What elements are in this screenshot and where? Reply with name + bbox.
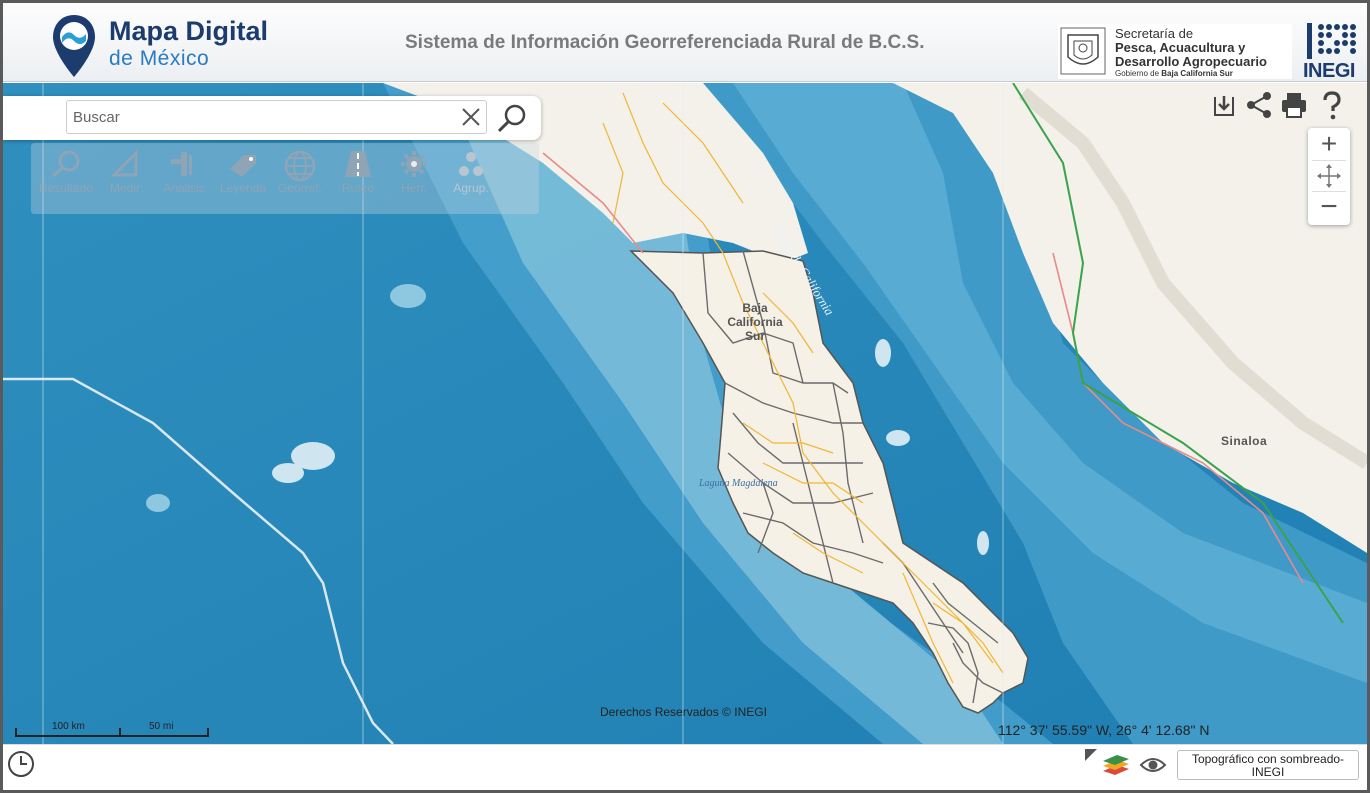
tool-label: Medir bbox=[109, 181, 140, 195]
gobierno-prefix: Gobierno de bbox=[1115, 69, 1162, 78]
logo-subtitle: de México bbox=[109, 47, 210, 70]
search-panel bbox=[3, 96, 541, 140]
tool-label: Resultado bbox=[38, 181, 94, 195]
gobierno-state: Baja California Sur bbox=[1161, 69, 1233, 78]
tool-georref[interactable]: Georref. bbox=[270, 149, 330, 211]
tool-leyenda[interactable]: Leyenda bbox=[213, 149, 273, 211]
layer-tools bbox=[1083, 747, 1179, 783]
print-icon[interactable] bbox=[1280, 91, 1308, 119]
help-icon[interactable] bbox=[1320, 91, 1344, 121]
tool-herr[interactable]: Herr. bbox=[384, 149, 444, 211]
road-icon bbox=[345, 151, 371, 177]
download-icon[interactable] bbox=[1211, 93, 1237, 119]
clear-search-icon[interactable] bbox=[459, 105, 483, 129]
gear-icon bbox=[401, 151, 427, 177]
island bbox=[977, 531, 989, 555]
secretaria-line2: Pesca, Acuacultura y bbox=[1115, 40, 1246, 55]
island bbox=[272, 463, 304, 483]
clock-icon[interactable] bbox=[6, 749, 36, 779]
cluster-icon bbox=[459, 152, 483, 176]
search-input[interactable] bbox=[66, 100, 487, 134]
tool-bar: Resultado Medir Análisis Leyenda Georref… bbox=[31, 143, 539, 214]
tool-label: Análisis bbox=[163, 181, 205, 195]
zoom-control: + − bbox=[1308, 128, 1350, 225]
island bbox=[875, 339, 891, 367]
seamount bbox=[146, 494, 170, 512]
tool-agrup[interactable]: Agrup. bbox=[441, 149, 501, 211]
analysis-icon bbox=[171, 152, 192, 176]
map-pin-logo-icon bbox=[53, 15, 95, 77]
state-label: Baja California Sur bbox=[715, 301, 795, 343]
state-label-line2: California bbox=[727, 315, 783, 329]
secretaria-line3: Desarrollo Agropecuario bbox=[1115, 54, 1267, 69]
pan-icon[interactable] bbox=[1308, 161, 1350, 191]
state-label-line3: Sur bbox=[744, 329, 765, 343]
tag-icon bbox=[230, 155, 256, 177]
search-icon[interactable] bbox=[495, 102, 529, 134]
scale-bar bbox=[15, 728, 209, 737]
magnifier-icon bbox=[52, 150, 80, 178]
tool-label: Ruteo bbox=[341, 181, 375, 195]
copyright-text: Derechos Reservados © INEGI bbox=[600, 705, 767, 719]
tool-resultado[interactable]: Resultado bbox=[36, 149, 96, 211]
tool-analisis[interactable]: Análisis bbox=[154, 149, 214, 211]
tool-ruteo[interactable]: Ruteo bbox=[328, 149, 388, 211]
page-title: Sistema de Información Georreferenciada … bbox=[405, 32, 925, 53]
layers-icon[interactable] bbox=[1099, 753, 1133, 777]
secretaria-line4: Gobierno de Baja California Sur bbox=[1115, 69, 1233, 78]
cursor-coordinates: 112° 37' 55.59" W, 26° 4' 12.68" N bbox=[998, 722, 1210, 738]
bottom-bar: Topográfico con sombreado-INEGI bbox=[3, 744, 1367, 790]
secretaria-logo: Secretaría de Pesca, Acuacultura y Desar… bbox=[1058, 24, 1292, 79]
state-label-line1: Baja bbox=[742, 301, 768, 315]
globe-icon bbox=[284, 150, 316, 182]
collapse-arrow-icon[interactable] bbox=[1083, 747, 1099, 763]
scale-km-label: 100 km bbox=[52, 721, 85, 732]
header: Mapa Digital de México Sistema de Inform… bbox=[3, 3, 1367, 82]
eye-icon[interactable] bbox=[1139, 755, 1167, 775]
app-frame: Mapa Digital de México Sistema de Inform… bbox=[3, 3, 1367, 790]
sinaloa-label: Sinaloa bbox=[1221, 434, 1268, 448]
basemap-selector[interactable]: Topográfico con sombreado-INEGI bbox=[1177, 750, 1359, 780]
tool-label: Agrup. bbox=[453, 181, 489, 195]
secretaria-line1: Secretaría de bbox=[1115, 26, 1194, 41]
seamount bbox=[390, 284, 426, 308]
tool-medir[interactable]: Medir bbox=[95, 149, 155, 211]
tool-label: Leyenda bbox=[219, 181, 267, 195]
ruler-icon bbox=[110, 149, 138, 177]
share-icon[interactable] bbox=[1244, 91, 1274, 119]
zoom-out-button[interactable]: − bbox=[1308, 192, 1350, 224]
tool-label: Georref. bbox=[277, 181, 322, 195]
logo-title: Mapa Digital bbox=[109, 16, 269, 46]
state-emblem-icon bbox=[1060, 27, 1106, 75]
zoom-in-button[interactable]: + bbox=[1308, 128, 1350, 160]
laguna-label: Laguna Magdalena bbox=[699, 478, 778, 489]
scale-mi-label: 50 mi bbox=[149, 721, 174, 732]
island bbox=[886, 430, 910, 446]
tool-label: Herr. bbox=[400, 181, 427, 195]
inegi-logo-text: INEGI bbox=[1303, 60, 1355, 82]
